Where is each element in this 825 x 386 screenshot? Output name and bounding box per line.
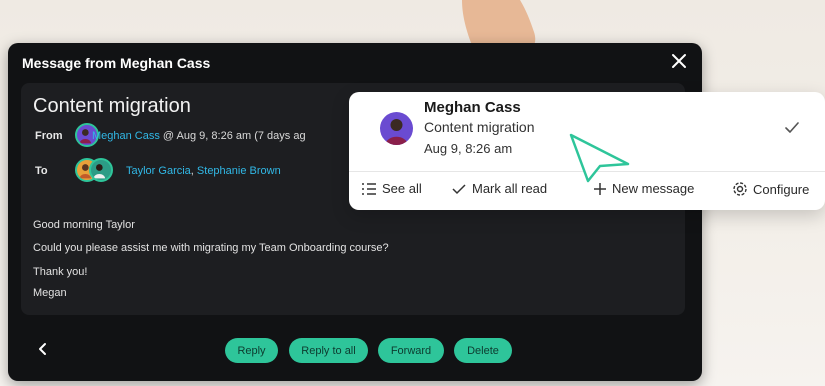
message-subject: Content migration: [33, 95, 191, 117]
see-all-label: See all: [382, 181, 422, 196]
body-line: Could you please assist me with migratin…: [33, 242, 389, 254]
avatar: [89, 158, 113, 182]
sent-date: @ Aug 9, 8:26 am (7 days ag: [159, 130, 306, 142]
list-icon: [362, 183, 376, 195]
cursor-icon: [569, 133, 630, 183]
recipient-link[interactable]: Stephanie Brown: [197, 165, 281, 177]
body-line: Megan: [33, 287, 67, 299]
gear-icon: [733, 182, 747, 196]
forward-button[interactable]: Forward: [378, 338, 444, 363]
delete-button[interactable]: Delete: [454, 338, 512, 363]
check-icon[interactable]: [783, 119, 801, 137]
reply-all-button[interactable]: Reply to all: [289, 338, 368, 363]
from-label: From: [35, 130, 63, 142]
check-icon: [452, 184, 466, 195]
recipient-link[interactable]: Taylor Garcia: [126, 165, 191, 177]
chevron-left-icon[interactable]: [36, 342, 50, 356]
body-line: Thank you!: [33, 266, 88, 278]
notification-subject[interactable]: Content migration: [424, 119, 535, 135]
plus-icon: [594, 183, 606, 195]
configure-action[interactable]: Configure: [732, 181, 809, 197]
mark-all-read-label: Mark all read: [472, 181, 548, 196]
sender-link[interactable]: Meghan Cass: [92, 130, 160, 142]
notification-sender[interactable]: Meghan Cass: [424, 99, 521, 116]
configure-label: Configure: [753, 182, 810, 197]
see-all-action[interactable]: See all: [361, 181, 422, 196]
close-icon[interactable]: [670, 52, 688, 70]
body-line: Good morning Taylor: [33, 219, 135, 231]
from-line: Meghan Cass @ Aug 9, 8:26 am (7 days ag: [92, 130, 306, 142]
notification-date: Aug 9, 8:26 am: [424, 141, 513, 156]
reply-button[interactable]: Reply: [225, 338, 278, 363]
modal-title: Message from Meghan Cass: [22, 55, 211, 71]
to-line: Taylor Garcia, Stephanie Brown: [126, 165, 281, 177]
mark-all-read-action[interactable]: Mark all read: [451, 181, 547, 196]
avatar: [380, 112, 413, 145]
to-label: To: [35, 165, 48, 177]
